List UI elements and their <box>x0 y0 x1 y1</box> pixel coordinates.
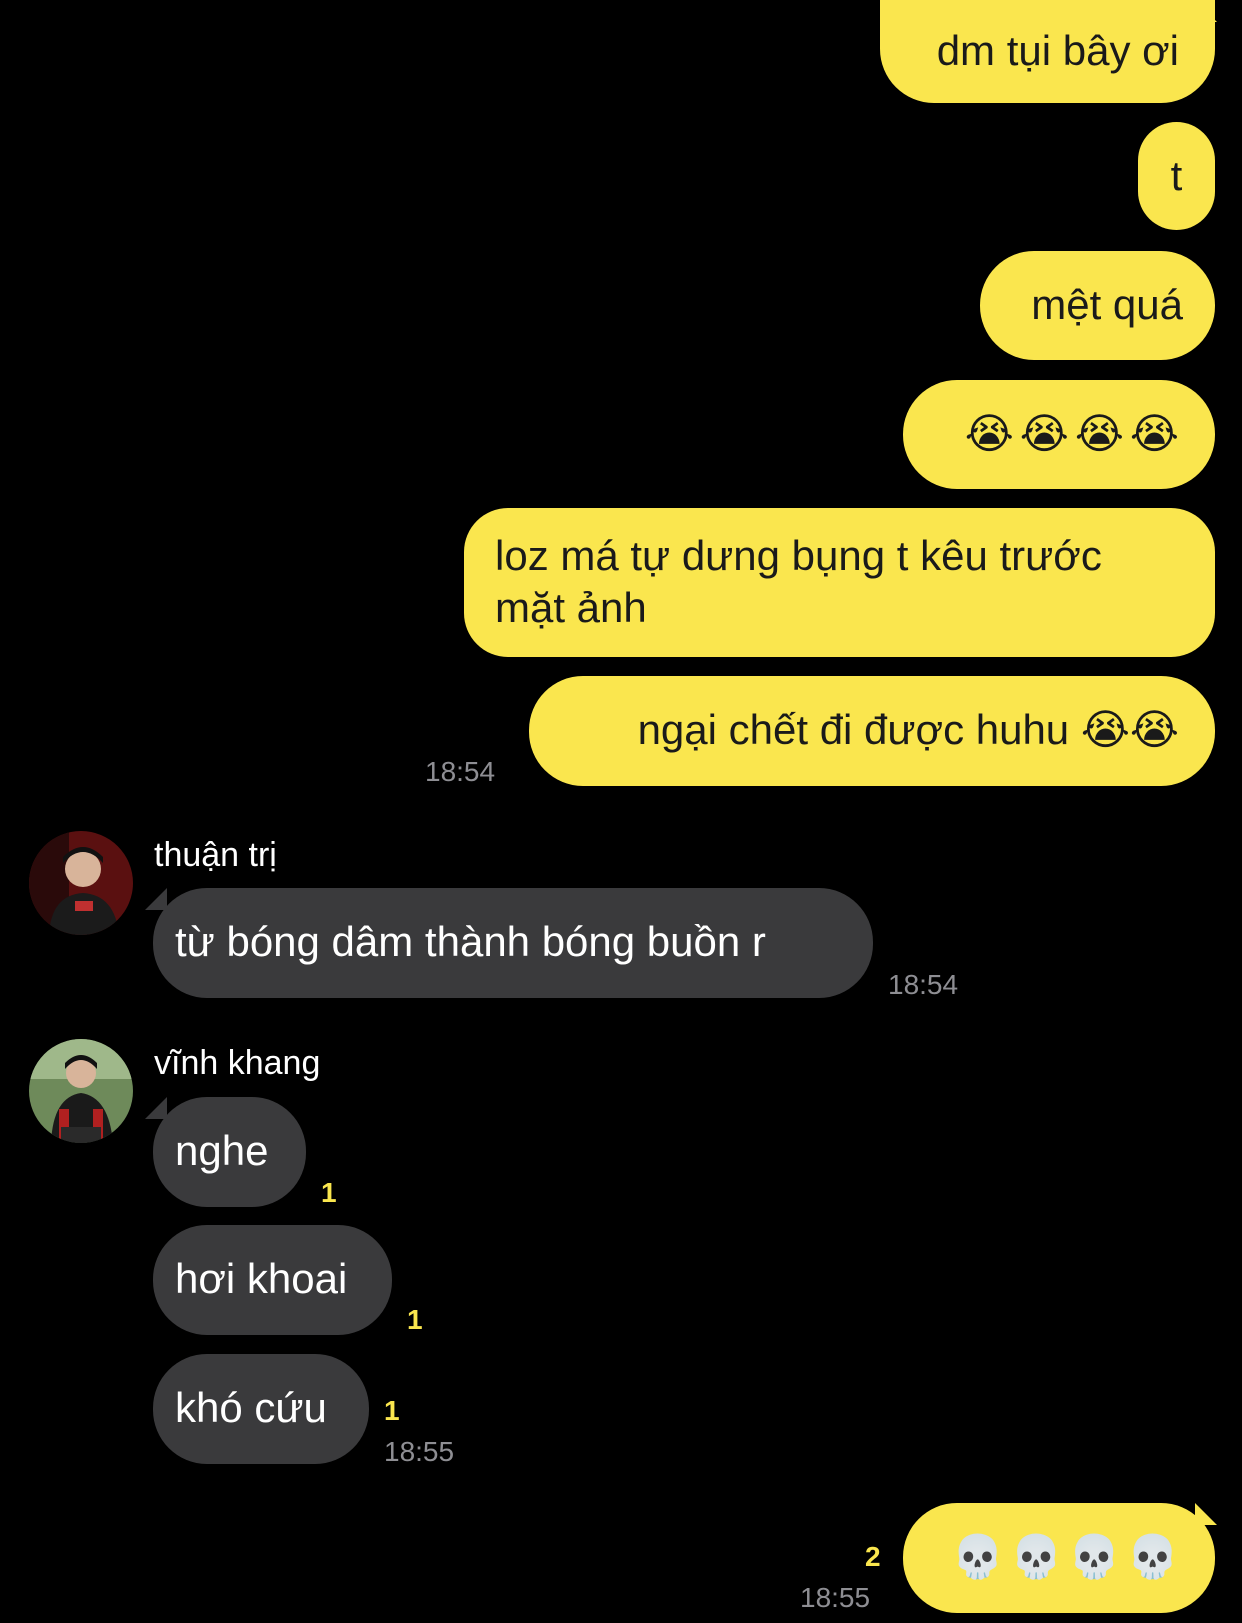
unread-count: 1 <box>384 1395 400 1426</box>
their-message-bubble[interactable]: hơi khoai <box>153 1225 392 1335</box>
message-text: 💀💀💀💀 <box>951 1533 1185 1580</box>
my-message-bubble[interactable]: loz má tự dưng bụng t kêu trước mặt ảnh <box>464 508 1215 657</box>
my-message-bubble[interactable]: 💀💀💀💀 <box>903 1503 1215 1613</box>
unread-count: 2 <box>865 1541 881 1572</box>
bubble-tail <box>1195 0 1217 22</box>
their-message-bubble[interactable]: từ bóng dâm thành bóng buồn r <box>153 888 873 998</box>
message-text: dm tụi bây ơi <box>936 27 1179 74</box>
message-text: mệt quá <box>1031 281 1183 328</box>
avatar[interactable] <box>29 831 133 935</box>
chat-thread[interactable]: dm tụi bây ơi t mệt quá 😭😭😭😭 loz má tự d… <box>0 0 1242 1623</box>
message-text: từ bóng dâm thành bóng buồn r <box>175 918 766 965</box>
user-avatar-icon <box>29 1039 133 1143</box>
avatar[interactable] <box>29 1039 133 1143</box>
sender-name: thuận trị <box>154 836 277 874</box>
message-timestamp: 18:55 <box>384 1436 455 1467</box>
unread-count: 1 <box>321 1177 337 1208</box>
sender-name: vĩnh khang <box>154 1044 321 1082</box>
their-message-bubble[interactable]: nghe <box>153 1097 306 1207</box>
message-timestamp: 18:55 <box>800 1582 871 1613</box>
bubble-tail <box>145 888 167 910</box>
message-text: ngại chết đi được huhu 😭😭 <box>637 706 1179 753</box>
message-text: loz má tự dưng bụng t kêu trước mặt ảnh <box>495 532 1102 631</box>
message-text: khó cứu <box>175 1384 327 1431</box>
their-message-bubble[interactable]: khó cứu <box>153 1354 369 1464</box>
message-text: 😭😭😭😭 <box>964 410 1185 457</box>
my-message-bubble[interactable]: dm tụi bây ơi <box>880 0 1215 103</box>
user-avatar-icon <box>29 831 133 935</box>
my-message-bubble[interactable]: mệt quá <box>980 251 1215 360</box>
message-timestamp: 18:54 <box>888 969 959 1000</box>
message-timestamp: 18:54 <box>425 756 496 787</box>
bubble-tail <box>1195 1503 1217 1525</box>
message-text: nghe <box>175 1127 269 1174</box>
bubble-tail <box>145 1097 167 1119</box>
message-text: hơi khoai <box>175 1255 348 1302</box>
unread-count: 1 <box>407 1304 423 1335</box>
my-message-bubble[interactable]: t <box>1138 122 1215 230</box>
my-message-bubble[interactable]: 😭😭😭😭 <box>903 380 1215 489</box>
message-text: t <box>1170 152 1183 199</box>
my-message-bubble[interactable]: ngại chết đi được huhu 😭😭 <box>529 676 1215 786</box>
